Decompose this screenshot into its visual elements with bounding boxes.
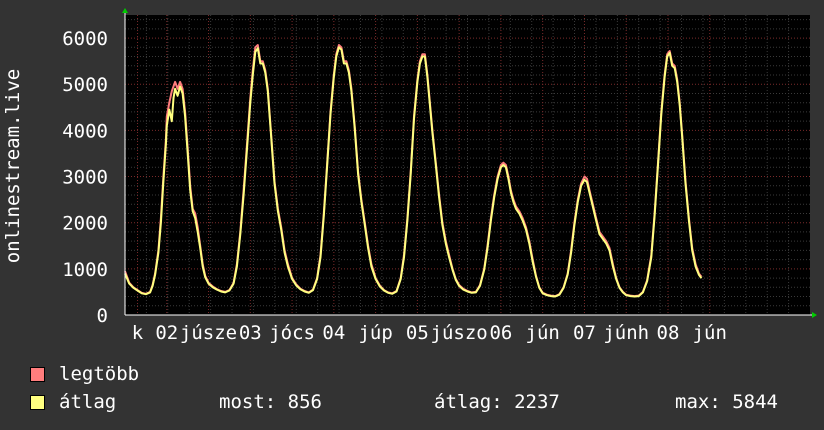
chart: 0 1000 2000 3000 4000 5000 6000 k 02 júsze 03 jócs 0… <box>2 8 817 344</box>
y-tick-label: 0 <box>97 305 108 327</box>
legend-label-legtobb: legtöbb <box>59 363 140 385</box>
x-tick-label: 05 <box>406 322 429 344</box>
x-tick-label: k <box>132 322 144 344</box>
y-tick-label: 1000 <box>62 259 108 281</box>
stat-most: most: 856 <box>219 391 322 413</box>
x-axis-arrow-icon <box>812 312 817 318</box>
x-tick-label: 08 <box>657 322 680 344</box>
x-tick-label: júp <box>358 322 392 344</box>
x-tick-label: 04 <box>322 322 345 344</box>
legend-swatch-legtobb <box>30 366 45 382</box>
legend-item-legtobb: legtöbb <box>30 363 139 385</box>
y-axis-arrow-icon <box>122 8 128 13</box>
x-tick-label: 07 <box>573 322 596 344</box>
x-tick-label: júsze <box>180 322 237 344</box>
y-tick-label: 3000 <box>62 167 108 189</box>
x-tick-label: 03 <box>239 322 262 344</box>
x-tick-label: júnh <box>603 322 649 344</box>
x-tick-label: jún <box>693 322 727 344</box>
legend-label-atlag: átlag <box>59 391 117 413</box>
y-tick-label: 6000 <box>62 28 108 50</box>
chart-grid <box>125 15 810 315</box>
stat-atlag: átlag: 2237 <box>434 391 560 413</box>
y-tick-label: 5000 <box>62 74 108 96</box>
x-tick-label: jócs <box>269 322 315 344</box>
x-tick-label: jún <box>526 322 560 344</box>
legend-item-atlag: átlag <box>30 391 116 413</box>
x-tick-label: 06 <box>489 322 512 344</box>
y-axis-label: onlinestream.live <box>2 69 24 263</box>
stat-max: max: 5844 <box>675 391 778 413</box>
y-tick-label: 2000 <box>62 213 108 235</box>
x-tick-label: júszo <box>431 322 488 344</box>
x-tick-label: 02 <box>155 322 178 344</box>
y-tick-label: 4000 <box>62 120 108 142</box>
legend-swatch-atlag <box>30 394 45 410</box>
